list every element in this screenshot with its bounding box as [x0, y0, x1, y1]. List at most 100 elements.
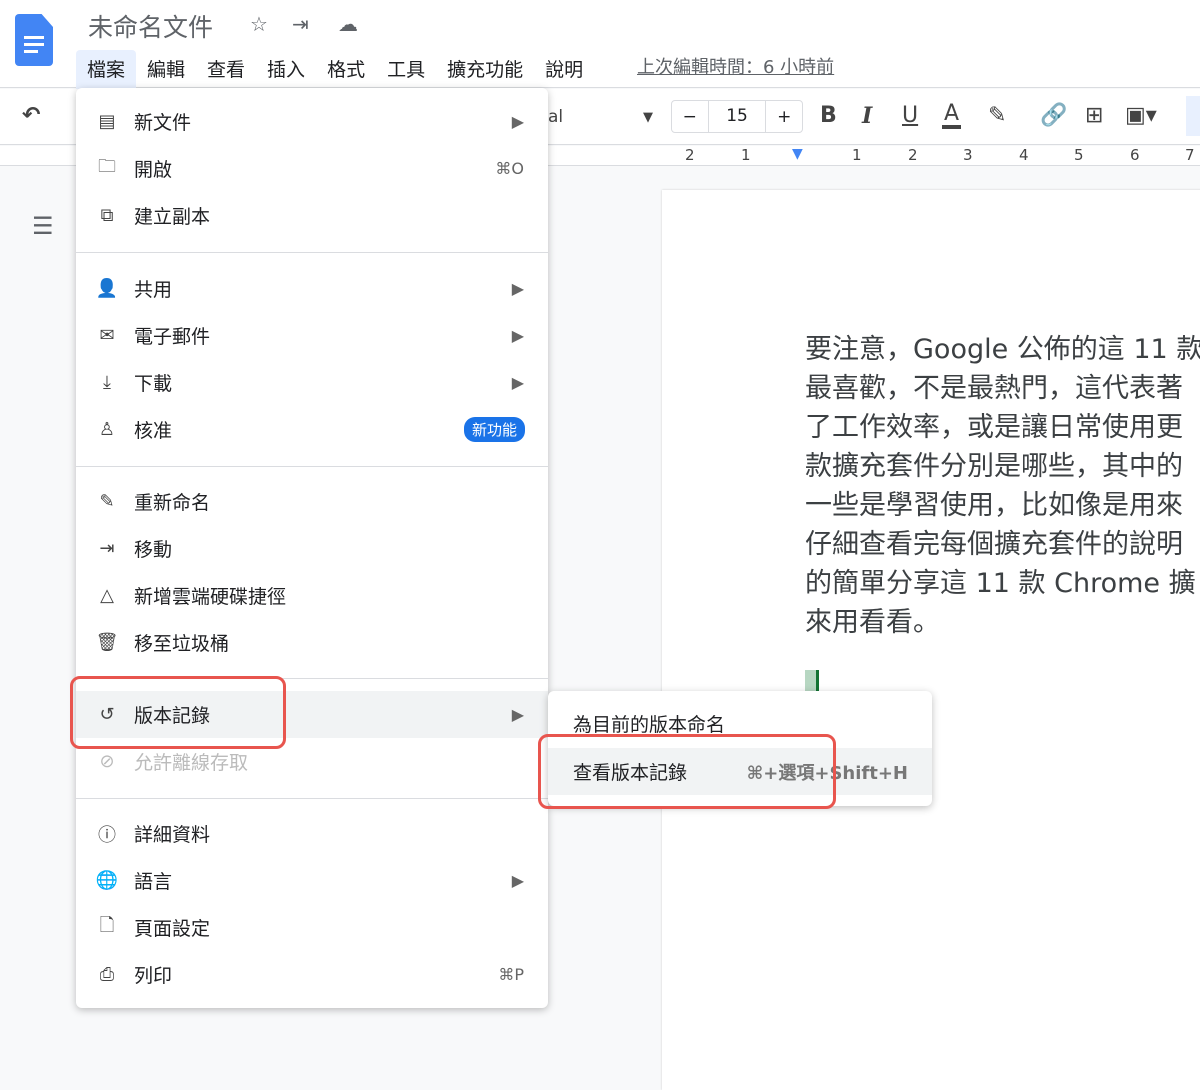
text-line: 的簡單分享這 11 款 Chrome 擴 — [805, 568, 1196, 599]
menu-item-icon: △ — [100, 585, 114, 606]
text-line: 仔細查看完每個擴充套件的說明 — [805, 529, 1183, 560]
file-menu-item[interactable]: 🗑 移至垃圾桶 — [76, 619, 548, 666]
link-icon[interactable]: 🔗 — [1040, 103, 1067, 128]
undo-icon[interactable]: ↶ — [22, 103, 40, 128]
menu-item-icon: ♙ — [98, 419, 116, 440]
document-title[interactable]: 未命名文件 — [88, 8, 213, 44]
ruler-label: 3 — [963, 146, 973, 164]
menu-item-label: 電子郵件 — [134, 326, 211, 348]
cloud-saved-icon[interactable]: ☁ — [338, 12, 358, 36]
menu-item-label: 新文件 — [134, 112, 192, 134]
underline-button[interactable]: U — [902, 103, 918, 128]
font-size-input[interactable]: 15 — [707, 101, 767, 132]
ruler-label: 2 — [908, 146, 918, 164]
image-icon[interactable]: ▣▾ — [1125, 103, 1157, 128]
ruler-label: 7 — [1185, 146, 1195, 164]
ruler-label: 5 — [1074, 146, 1084, 164]
menu-item-label: 新增雲端硬碟捷徑 — [134, 586, 287, 608]
file-menu-item[interactable]: ⤓ 下載 ▶ — [76, 359, 548, 406]
checklist-button[interactable] — [1186, 96, 1200, 136]
last-edit-link[interactable]: 上次編輯時間：6 小時前 — [637, 53, 834, 79]
text-color-button[interactable]: A — [942, 103, 962, 129]
comment-icon[interactable]: ⊞ — [1085, 103, 1103, 128]
menu-item-label: 列印 — [134, 965, 173, 987]
menu-item-shortcut: ▶ — [511, 705, 524, 724]
menu-item-label: 重新命名 — [134, 492, 211, 514]
menu-separator — [76, 798, 548, 799]
move-folder-icon[interactable]: ⇥ — [292, 12, 309, 36]
italic-button[interactable]: I — [862, 103, 872, 129]
ruler-label: 1 — [852, 146, 862, 164]
file-menu-item[interactable]: 🗀 開啟 ⌘O — [76, 145, 548, 192]
text-cursor — [805, 670, 819, 692]
menu-item-label: 頁面設定 — [134, 918, 211, 940]
menu-file[interactable]: 檔案 — [76, 50, 137, 90]
menu-item-label: 移動 — [134, 539, 173, 561]
file-menu-item[interactable]: ⎙ 列印 ⌘P — [76, 951, 548, 998]
increase-font-button[interactable]: + — [766, 107, 802, 127]
menu-item-label: 詳細資料 — [134, 824, 211, 846]
menu-insert[interactable]: 插入 — [256, 50, 316, 90]
menu-item-shortcut: ▶ — [511, 373, 524, 392]
menu-item-icon: 🗋 — [99, 914, 115, 936]
menu-item-shortcut: ⌘O — [495, 159, 524, 178]
menu-edit[interactable]: 編輯 — [136, 50, 196, 90]
menu-item-label: 開啟 — [134, 159, 173, 181]
highlight-icon[interactable]: ✎ — [988, 103, 1006, 128]
outline-icon[interactable]: ☰ — [32, 212, 54, 240]
file-menu-item[interactable]: ▤ 新文件 ▶ — [76, 98, 548, 145]
menu-format[interactable]: 格式 — [316, 50, 376, 90]
menu-item-label: 為目前的版本命名 — [573, 714, 726, 736]
menu-item-label: 語言 — [134, 871, 173, 893]
file-menu-item[interactable]: 🌐 語言 ▶ — [76, 857, 548, 904]
menu-item-shortcut: ▶ — [511, 871, 524, 890]
indent-marker-icon[interactable]: ▼ — [792, 146, 803, 162]
menu-item-icon: ⊘ — [99, 751, 115, 772]
star-icon[interactable]: ☆ — [250, 12, 268, 36]
menu-item-label: 下載 — [134, 373, 173, 395]
new-feature-badge: 新功能 — [463, 417, 525, 442]
decrease-font-button[interactable]: − — [672, 107, 708, 127]
menu-separator — [76, 252, 548, 253]
file-menu-item[interactable]: ⧉ 建立副本 — [76, 192, 548, 239]
menu-view[interactable]: 查看 — [196, 50, 256, 90]
file-menu-item[interactable]: 👤 共用 ▶ — [76, 265, 548, 312]
file-menu-item[interactable]: ✉ 電子郵件 ▶ — [76, 312, 548, 359]
font-dropdown-icon[interactable]: ▼ — [643, 110, 653, 125]
bold-button[interactable]: B — [820, 103, 837, 128]
menu-item-shortcut: ▶ — [511, 279, 524, 298]
file-menu-item[interactable]: ⓘ 詳細資料 — [76, 810, 548, 857]
file-menu-item[interactable]: ⇥ 移動 — [76, 525, 548, 572]
text-line: 最喜歡，不是最熱門，這代表著 — [805, 373, 1183, 404]
document-body[interactable]: 要注意，Google 公佈的這 11 款 最喜歡，不是最熱門，這代表著 了工作效… — [805, 330, 1200, 642]
menu-item-icon: 🗀 — [98, 155, 116, 177]
menu-extensions[interactable]: 擴充功能 — [436, 50, 534, 90]
text-line: 了工作效率，或是讓日常使用更 — [805, 412, 1183, 443]
menu-separator — [76, 466, 548, 467]
menu-item-label: 允許離線存取 — [134, 752, 249, 774]
text-line: 一些是學習使用，比如像是用來 — [805, 490, 1183, 521]
menu-item-icon: ▤ — [98, 111, 116, 132]
menu-tools[interactable]: 工具 — [376, 50, 436, 90]
menu-item-icon: ⧉ — [100, 205, 114, 226]
highlight-box — [70, 676, 286, 749]
menu-help[interactable]: 說明 — [534, 50, 594, 90]
menu-item-icon: 🌐 — [95, 870, 119, 891]
ruler-label: 6 — [1130, 146, 1140, 164]
docs-logo-icon[interactable] — [15, 14, 53, 66]
file-menu-item[interactable]: △ 新增雲端硬碟捷徑 — [76, 572, 548, 619]
menu-item-icon: ✎ — [99, 491, 115, 512]
menu-item-label: 移至垃圾桶 — [134, 633, 230, 655]
text-line: 來用看看。 — [805, 607, 940, 638]
file-menu-item[interactable]: 🗋 頁面設定 — [76, 904, 548, 951]
menu-item-icon: ✉ — [99, 325, 115, 346]
menu-bar: 檔案 編輯 查看 插入 格式 工具 擴充功能 說明 — [76, 50, 594, 90]
menu-item-shortcut: ▶ — [511, 112, 524, 131]
menu-item-icon: ⎙ — [99, 964, 115, 985]
ruler-label: 1 — [741, 146, 751, 164]
font-size-stepper[interactable]: − 15 + — [671, 100, 803, 133]
file-menu-item[interactable]: ✎ 重新命名 — [76, 478, 548, 525]
file-menu-item[interactable]: ♙ 核准 新功能 — [76, 406, 548, 453]
menu-item-icon: ⓘ — [98, 824, 116, 846]
font-select[interactable]: al — [548, 107, 563, 127]
